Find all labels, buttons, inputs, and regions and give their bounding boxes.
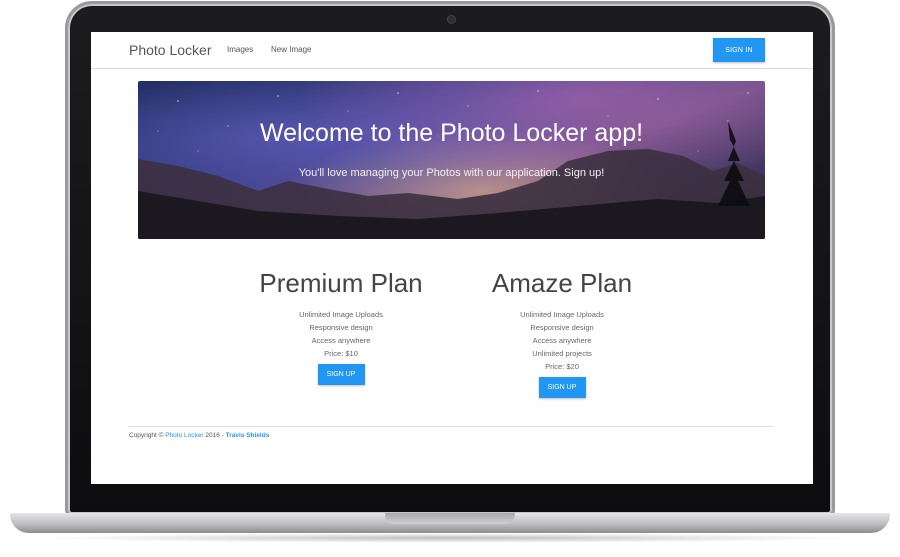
nav-link-new-image[interactable]: New Image <box>271 45 311 54</box>
sign-up-button-premium[interactable]: SIGN UP <box>317 364 365 385</box>
plan-card-amaze: Amaze Plan Unlimited Image Uploads Respo… <box>472 268 652 398</box>
sign-up-button-amaze[interactable]: SIGN UP <box>538 377 586 398</box>
plan-feature: Access anywhere <box>311 336 371 345</box>
footer-copyright: Copyright © <box>129 432 164 439</box>
hero-subtitle: You'll love managing your Photos with ou… <box>298 167 605 179</box>
laptop-shadow <box>40 533 860 543</box>
plan-feature: Access anywhere <box>532 336 592 345</box>
browser-viewport: Photo Locker Images New Image SIGN IN We… <box>91 32 813 484</box>
plan-title: Premium Plan <box>259 268 423 298</box>
brand-logo[interactable]: Photo Locker <box>129 42 212 58</box>
plan-feature: Responsive design <box>530 323 594 332</box>
navbar: Photo Locker Images New Image SIGN IN <box>91 32 813 69</box>
plan-feature: Unlimited Image Uploads <box>299 310 383 319</box>
plan-feature: Unlimited Image Uploads <box>520 310 604 319</box>
plan-price: Price: $10 <box>324 349 358 358</box>
plan-feature: Unlimited projects <box>532 349 592 358</box>
footer-author-link[interactable]: Travis Shields <box>226 432 270 439</box>
footer-brand-link[interactable]: Photo Locker <box>165 432 203 439</box>
hero-title: Welcome to the Photo Locker app! <box>259 119 644 147</box>
footer-year: 2016 - <box>205 432 224 439</box>
plan-title: Amaze Plan <box>491 268 633 298</box>
footer-divider <box>129 426 773 427</box>
laptop-base-notch <box>385 513 515 524</box>
nav-link-images[interactable]: Images <box>227 45 253 54</box>
footer: Copyright © Photo Locker 2016 - Travis S… <box>129 432 269 439</box>
hero-background-image <box>138 90 765 239</box>
webcam-icon <box>448 16 455 23</box>
hero-banner: Welcome to the Photo Locker app! You'll … <box>138 81 765 239</box>
sign-in-button[interactable]: SIGN IN <box>713 38 765 62</box>
plan-price: Price: $20 <box>545 362 579 371</box>
plan-card-premium: Premium Plan Unlimited Image Uploads Res… <box>251 268 431 385</box>
plan-feature: Responsive design <box>309 323 373 332</box>
